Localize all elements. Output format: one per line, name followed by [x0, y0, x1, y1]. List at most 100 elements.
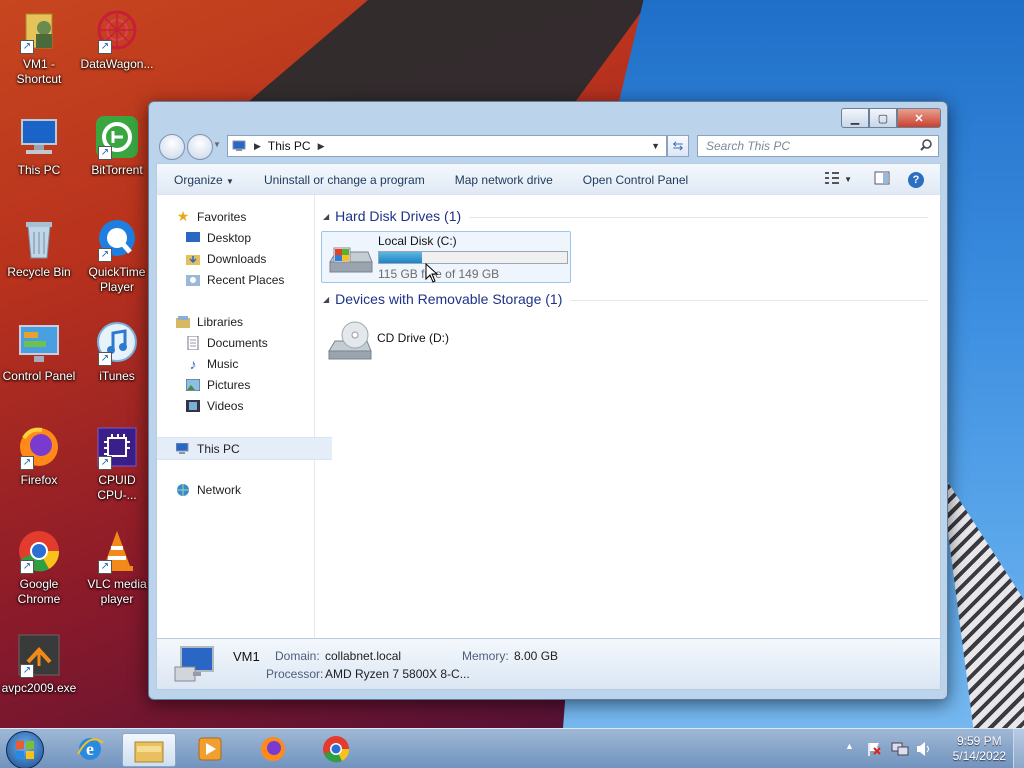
desktop-icon-recycle-bin[interactable]: Recycle Bin: [0, 216, 78, 280]
desktop-icon-cpuid[interactable]: ↗ CPUID CPU-...: [78, 424, 156, 503]
desktop-icon-label: VM1 - Shortcut: [16, 57, 62, 86]
group-hard-disk-drives[interactable]: ◢ Hard Disk Drives (1): [323, 205, 928, 227]
file-list: ◢ Hard Disk Drives (1) Local Disk (C:) 1…: [315, 195, 940, 639]
back-button[interactable]: [159, 134, 185, 160]
collapse-triangle-icon[interactable]: ◢: [323, 212, 329, 221]
desktop-icon-bittorrent[interactable]: ↗ BitTorrent: [78, 114, 156, 178]
nav-network[interactable]: Network: [157, 479, 332, 500]
domain-value: collabnet.local: [325, 649, 402, 663]
clock-date: 5/14/2022: [952, 749, 1006, 763]
breadcrumb-chevron-icon[interactable]: ▶: [318, 141, 325, 152]
desktop-icon-itunes[interactable]: ↗ iTunes: [78, 320, 156, 384]
nav-label: Desktop: [207, 230, 252, 245]
caption-buttons: ▁ ▢ ✕: [841, 108, 941, 128]
taskbar-file-explorer[interactable]: [122, 733, 176, 767]
organize-menu[interactable]: Organize ▼: [174, 173, 234, 187]
windows-logo-icon: [16, 741, 34, 759]
forward-button[interactable]: [187, 134, 213, 160]
chrome-icon: ↗: [16, 528, 62, 574]
desktop-icon-label: Recycle Bin: [7, 265, 71, 279]
desktop-icon-label: This PC: [17, 163, 61, 177]
desktop-icon-firefox[interactable]: ↗ Firefox: [0, 424, 78, 488]
memory-label: Memory:: [462, 649, 509, 663]
search-input[interactable]: Search This PC: [706, 139, 920, 153]
desktop: ↗ VM1 - Shortcut ↗ DataWagon... This PC …: [0, 0, 1024, 768]
drive-cd-d[interactable]: CD Drive (D:): [321, 315, 569, 365]
desktop-icon-this-pc[interactable]: This PC: [0, 114, 78, 178]
show-desktop-button[interactable]: [1013, 729, 1024, 768]
close-button[interactable]: ✕: [897, 108, 941, 128]
refresh-button[interactable]: ⇆: [667, 135, 689, 157]
group-header-label: Devices with Removable Storage (1): [335, 291, 563, 307]
firefox-icon: [261, 737, 285, 761]
processor-label: Processor:: [266, 667, 324, 681]
breadcrumb-this-pc[interactable]: This PC: [268, 139, 311, 153]
preview-pane-icon[interactable]: [874, 171, 890, 188]
desktop-icon-vlc[interactable]: ↗ VLC media player: [78, 528, 156, 607]
taskbar-media-player[interactable]: [184, 733, 236, 765]
desktop-icon-datawagon[interactable]: ↗ DataWagon...: [78, 8, 156, 72]
show-hidden-icons-button[interactable]: ▲: [845, 741, 854, 751]
address-dropdown-icon[interactable]: ▼: [651, 141, 660, 151]
desktop-icon-label: BitTorrent: [91, 163, 143, 177]
pictures-icon: [185, 378, 201, 392]
nav-label: Favorites: [197, 209, 247, 224]
nav-label: Recent Places: [207, 272, 285, 287]
recycle-bin-icon: [16, 216, 62, 262]
nav-label: Network: [197, 482, 242, 497]
desktop-icon-control-panel[interactable]: Control Panel: [0, 320, 78, 384]
desktop-icon-label: Control Panel: [2, 369, 76, 383]
maximize-button[interactable]: ▢: [869, 108, 897, 128]
desktop-icon-vm1-shortcut[interactable]: ↗ VM1 - Shortcut: [0, 8, 78, 87]
itunes-icon: ↗: [94, 320, 140, 366]
nav-label: Downloads: [207, 251, 267, 266]
recent-places-icon: [185, 273, 201, 287]
uninstall-program-button[interactable]: Uninstall or change a program: [264, 173, 425, 187]
map-network-drive-button[interactable]: Map network drive: [455, 173, 553, 187]
search-icon[interactable]: [920, 138, 932, 154]
change-view-icon[interactable]: [824, 171, 840, 188]
recent-pages-dropdown[interactable]: ▼: [213, 140, 221, 149]
desktop-icon-label: avpc2009.exe: [1, 681, 77, 695]
organize-label: Organize: [174, 172, 223, 187]
nav-favorites[interactable]: ★ Favorites: [157, 206, 332, 227]
desktop-icon-avpc2009[interactable]: ↗ avpc2009.exe: [0, 632, 78, 696]
taskbar-chrome[interactable]: [310, 733, 362, 765]
desktop-icon-chrome[interactable]: ↗ Google Chrome: [0, 528, 78, 607]
desktop-icon-quicktime[interactable]: ↗ QuickTime Player: [78, 216, 156, 295]
view-options-dropdown[interactable]: ▼: [844, 175, 852, 184]
start-button[interactable]: [6, 731, 44, 768]
computer-icon: [232, 140, 248, 152]
nav-this-pc[interactable]: This PC: [157, 437, 332, 460]
downloads-folder-icon: [185, 252, 201, 266]
network-tray-icon[interactable]: [891, 741, 909, 760]
disk-usage-fill: [379, 252, 423, 263]
drive-free-space: 115 GB free of 149 GB: [378, 267, 500, 281]
address-bar[interactable]: ▶ This PC ▶ ▼: [227, 135, 667, 157]
volume-icon[interactable]: [915, 741, 933, 760]
firefox-icon: ↗: [16, 424, 62, 470]
libraries-icon: [175, 315, 191, 329]
group-removable-storage[interactable]: ◢ Devices with Removable Storage (1): [323, 288, 928, 310]
help-icon[interactable]: ?: [908, 171, 924, 188]
desktop-icon-label: Google Chrome: [17, 577, 61, 606]
bittorrent-icon: ↗: [94, 114, 140, 160]
search-box[interactable]: Search This PC: [697, 135, 939, 157]
videos-icon: [185, 399, 201, 413]
drive-local-disk-c[interactable]: Local Disk (C:) 115 GB free of 149 GB: [321, 231, 571, 283]
computer-icon: [16, 114, 62, 160]
breadcrumb-chevron-icon[interactable]: ▶: [254, 141, 261, 152]
desktop-icon-label: iTunes: [99, 369, 135, 383]
collapse-triangle-icon[interactable]: ◢: [323, 295, 329, 304]
nav-libraries[interactable]: Libraries: [157, 311, 332, 332]
drive-name: CD Drive (D:): [377, 331, 449, 345]
taskbar-internet-explorer[interactable]: e: [64, 733, 116, 765]
open-control-panel-button[interactable]: Open Control Panel: [583, 173, 688, 187]
system-clock[interactable]: 9:59 PM 5/14/2022: [953, 734, 1006, 764]
action-center-flag-icon[interactable]: [866, 741, 882, 760]
nav-label: Pictures: [207, 377, 251, 392]
minimize-button[interactable]: ▁: [841, 108, 869, 128]
memory-value: 8.00 GB: [514, 649, 559, 663]
hard-disk-icon: [326, 240, 374, 282]
taskbar-firefox[interactable]: [247, 733, 299, 765]
